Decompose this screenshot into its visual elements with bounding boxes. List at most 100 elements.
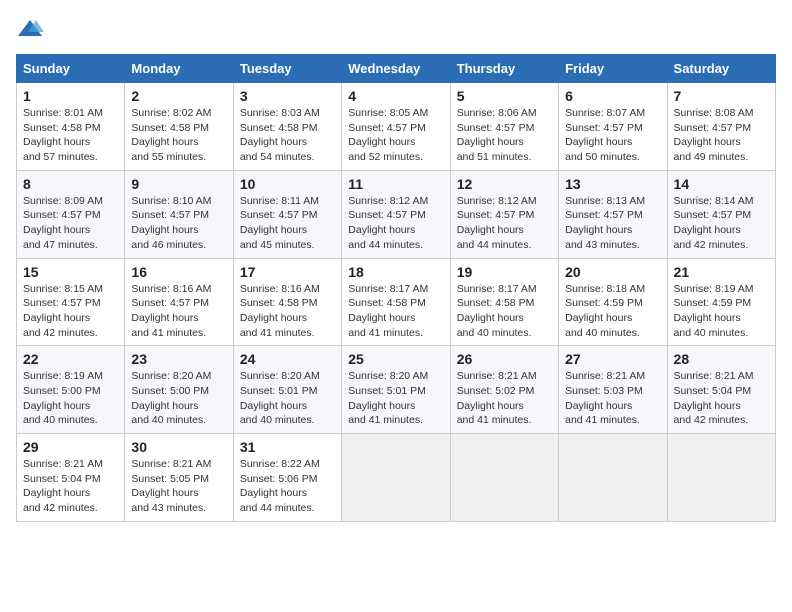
day-number: 7	[674, 88, 769, 104]
calendar-cell: 22 Sunrise: 8:19 AMSunset: 5:00 PMDayligh…	[17, 346, 125, 434]
logo	[16, 16, 48, 44]
day-header-sunday: Sunday	[17, 55, 125, 83]
calendar-cell: 7 Sunrise: 8:08 AMSunset: 4:57 PMDaylight…	[667, 83, 775, 171]
day-info: Sunrise: 8:06 AMSunset: 4:57 PMDaylight …	[457, 106, 552, 165]
day-number: 11	[348, 176, 443, 192]
calendar-cell: 13Sunrise: 8:13 AMSunset: 4:57 PMDayligh…	[559, 170, 667, 258]
day-number: 14	[674, 176, 769, 192]
calendar-week-2: 1 Sunrise: 8:01 AMSunset: 4:58 PMDaylight…	[17, 83, 776, 171]
day-info: Sunrise: 8:11 AMSunset: 4:57 PMDaylight …	[240, 194, 335, 253]
day-info: Sunrise: 8:12 AMSunset: 4:57 PMDaylight …	[457, 194, 552, 253]
calendar-cell: 28 Sunrise: 8:21 AMSunset: 5:04 PMDayligh…	[667, 346, 775, 434]
calendar-cell: 31 Sunrise: 8:22 AMSunset: 5:06 PMDayligh…	[233, 434, 341, 522]
page-header	[16, 16, 776, 44]
day-info: Sunrise: 8:21 AMSunset: 5:05 PMDaylight …	[131, 457, 226, 516]
day-info: Sunrise: 8:03 AMSunset: 4:58 PMDaylight …	[240, 106, 335, 165]
day-number: 31	[240, 439, 335, 455]
calendar-cell: 18Sunrise: 8:17 AMSunset: 4:58 PMDayligh…	[342, 258, 450, 346]
day-number: 12	[457, 176, 552, 192]
calendar-cell: 20Sunrise: 8:18 AMSunset: 4:59 PMDayligh…	[559, 258, 667, 346]
calendar-cell: 11Sunrise: 8:12 AMSunset: 4:57 PMDayligh…	[342, 170, 450, 258]
calendar-cell: 14 Sunrise: 8:14 AMSunset: 4:57 PMDayligh…	[667, 170, 775, 258]
day-info: Sunrise: 8:20 AMSunset: 5:01 PMDaylight …	[348, 369, 443, 428]
calendar-cell: 4 Sunrise: 8:05 AMSunset: 4:57 PMDaylight…	[342, 83, 450, 171]
day-info: Sunrise: 8:16 AMSunset: 4:58 PMDaylight …	[240, 282, 335, 341]
logo-icon	[16, 16, 44, 44]
calendar-table: SundayMondayTuesdayWednesdayThursdayFrid…	[16, 54, 776, 522]
day-number: 29	[23, 439, 118, 455]
day-number: 17	[240, 264, 335, 280]
day-number: 23	[131, 351, 226, 367]
day-number: 25	[348, 351, 443, 367]
calendar-cell: 6Sunrise: 8:07 AMSunset: 4:57 PMDaylight…	[559, 83, 667, 171]
calendar-cell	[667, 434, 775, 522]
day-number: 2	[131, 88, 226, 104]
day-info: Sunrise: 8:02 AMSunset: 4:58 PMDaylight …	[131, 106, 226, 165]
day-info: Sunrise: 8:01 AMSunset: 4:58 PMDaylight …	[23, 106, 118, 165]
day-number: 16	[131, 264, 226, 280]
day-number: 4	[348, 88, 443, 104]
calendar-cell: 30 Sunrise: 8:21 AMSunset: 5:05 PMDayligh…	[125, 434, 233, 522]
calendar-cell: 21 Sunrise: 8:19 AMSunset: 4:59 PMDayligh…	[667, 258, 775, 346]
calendar-cell: 2 Sunrise: 8:02 AMSunset: 4:58 PMDaylight…	[125, 83, 233, 171]
day-info: Sunrise: 8:14 AMSunset: 4:57 PMDaylight …	[674, 194, 769, 253]
calendar-cell: 9 Sunrise: 8:10 AMSunset: 4:57 PMDaylight…	[125, 170, 233, 258]
calendar-cell	[450, 434, 558, 522]
calendar-cell: 17 Sunrise: 8:16 AMSunset: 4:58 PMDayligh…	[233, 258, 341, 346]
day-number: 26	[457, 351, 552, 367]
day-header-tuesday: Tuesday	[233, 55, 341, 83]
day-number: 5	[457, 88, 552, 104]
calendar-cell: 8 Sunrise: 8:09 AMSunset: 4:57 PMDaylight…	[17, 170, 125, 258]
day-info: Sunrise: 8:08 AMSunset: 4:57 PMDaylight …	[674, 106, 769, 165]
day-header-wednesday: Wednesday	[342, 55, 450, 83]
day-number: 13	[565, 176, 660, 192]
day-number: 10	[240, 176, 335, 192]
day-number: 8	[23, 176, 118, 192]
calendar-cell: 19 Sunrise: 8:17 AMSunset: 4:58 PMDayligh…	[450, 258, 558, 346]
calendar-cell: 29 Sunrise: 8:21 AMSunset: 5:04 PMDayligh…	[17, 434, 125, 522]
calendar-week-5: 22 Sunrise: 8:19 AMSunset: 5:00 PMDayligh…	[17, 346, 776, 434]
day-number: 6	[565, 88, 660, 104]
day-info: Sunrise: 8:21 AMSunset: 5:04 PMDaylight …	[674, 369, 769, 428]
day-info: Sunrise: 8:19 AMSunset: 5:00 PMDaylight …	[23, 369, 118, 428]
day-number: 21	[674, 264, 769, 280]
day-number: 1	[23, 88, 118, 104]
day-number: 18	[348, 264, 443, 280]
day-number: 22	[23, 351, 118, 367]
day-header-thursday: Thursday	[450, 55, 558, 83]
day-number: 19	[457, 264, 552, 280]
day-number: 30	[131, 439, 226, 455]
calendar-cell: 27 Sunrise: 8:21 AMSunset: 5:03 PMDayligh…	[559, 346, 667, 434]
day-info: Sunrise: 8:22 AMSunset: 5:06 PMDaylight …	[240, 457, 335, 516]
day-number: 15	[23, 264, 118, 280]
day-info: Sunrise: 8:21 AMSunset: 5:03 PMDaylight …	[565, 369, 660, 428]
calendar-week-4: 15 Sunrise: 8:15 AMSunset: 4:57 PMDayligh…	[17, 258, 776, 346]
calendar-header-row: SundayMondayTuesdayWednesdayThursdayFrid…	[17, 55, 776, 83]
day-number: 3	[240, 88, 335, 104]
calendar-cell: 23Sunrise: 8:20 AMSunset: 5:00 PMDayligh…	[125, 346, 233, 434]
calendar-cell: 26Sunrise: 8:21 AMSunset: 5:02 PMDayligh…	[450, 346, 558, 434]
calendar-week-3: 8 Sunrise: 8:09 AMSunset: 4:57 PMDaylight…	[17, 170, 776, 258]
calendar-cell: 15 Sunrise: 8:15 AMSunset: 4:57 PMDayligh…	[17, 258, 125, 346]
calendar-cell	[342, 434, 450, 522]
calendar-cell: 5 Sunrise: 8:06 AMSunset: 4:57 PMDaylight…	[450, 83, 558, 171]
day-info: Sunrise: 8:17 AMSunset: 4:58 PMDaylight …	[457, 282, 552, 341]
calendar-cell: 1 Sunrise: 8:01 AMSunset: 4:58 PMDaylight…	[17, 83, 125, 171]
day-info: Sunrise: 8:19 AMSunset: 4:59 PMDaylight …	[674, 282, 769, 341]
day-number: 27	[565, 351, 660, 367]
day-number: 28	[674, 351, 769, 367]
calendar-cell: 25 Sunrise: 8:20 AMSunset: 5:01 PMDayligh…	[342, 346, 450, 434]
calendar-cell: 3 Sunrise: 8:03 AMSunset: 4:58 PMDaylight…	[233, 83, 341, 171]
day-info: Sunrise: 8:09 AMSunset: 4:57 PMDaylight …	[23, 194, 118, 253]
calendar-week-6: 29 Sunrise: 8:21 AMSunset: 5:04 PMDayligh…	[17, 434, 776, 522]
day-header-monday: Monday	[125, 55, 233, 83]
calendar-cell	[559, 434, 667, 522]
day-info: Sunrise: 8:21 AMSunset: 5:04 PMDaylight …	[23, 457, 118, 516]
day-number: 9	[131, 176, 226, 192]
day-info: Sunrise: 8:05 AMSunset: 4:57 PMDaylight …	[348, 106, 443, 165]
day-info: Sunrise: 8:20 AMSunset: 5:01 PMDaylight …	[240, 369, 335, 428]
day-info: Sunrise: 8:15 AMSunset: 4:57 PMDaylight …	[23, 282, 118, 341]
day-info: Sunrise: 8:16 AMSunset: 4:57 PMDaylight …	[131, 282, 226, 341]
day-info: Sunrise: 8:18 AMSunset: 4:59 PMDaylight …	[565, 282, 660, 341]
day-info: Sunrise: 8:10 AMSunset: 4:57 PMDaylight …	[131, 194, 226, 253]
